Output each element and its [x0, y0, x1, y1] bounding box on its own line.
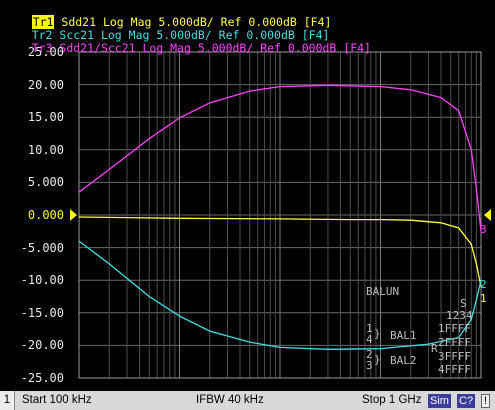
stop-frequency[interactable]: Stop 1 GHz — [362, 394, 421, 406]
balun-row-1: 1FFFF — [438, 322, 472, 335]
trace-1-end-label: 1 — [480, 292, 487, 305]
balun-s-label: S — [460, 297, 467, 310]
balun-bal1-brace: } — [374, 327, 381, 340]
y-tick-label: 25.00 — [27, 45, 64, 59]
y-tick-label: 20.00 — [27, 77, 64, 92]
balun-row-3: 3FFFF — [438, 350, 472, 363]
y-tick-label: -25.00 — [20, 371, 64, 385]
balun-ports: 1234 — [446, 309, 473, 322]
balun-header: BALUN — [366, 285, 400, 298]
balun-bal2-label: BAL2 — [390, 354, 417, 367]
cal-status-badge[interactable]: C? — [457, 394, 476, 408]
balun-r-label: R — [431, 342, 438, 355]
y-tick-label: 5.000 — [27, 175, 64, 190]
y-tick-label: 10.00 — [27, 142, 64, 157]
y-tick-label: -5.000 — [20, 240, 64, 255]
balun-bal2-brace: } — [374, 353, 381, 366]
y-tick-label: 15.00 — [27, 110, 64, 125]
ref-marker-right — [484, 209, 491, 221]
channel-indicator[interactable]: 1 — [0, 391, 15, 410]
y-tick-label: -20.00 — [20, 338, 64, 353]
status-bar: 1 Start 100 kHz IFBW 40 kHz Stop 1 GHz S… — [0, 391, 495, 410]
balun-bal2-port-b: 3 — [366, 359, 373, 372]
trace-2-end-label: 2 — [480, 278, 487, 291]
ifbw-setting[interactable]: IFBW 40 kHz — [196, 394, 264, 406]
ref-marker-left — [70, 209, 77, 221]
y-tick-label: -15.00 — [20, 305, 64, 320]
vna-screen: Tr1 Sdd21 Log Mag 5.000dB/ Ref 0.000dB [… — [0, 0, 495, 410]
y-tick-label: -10.00 — [20, 273, 64, 288]
trace-3-desc: Sdd21/Scc21 Log Mag 5.000dB/ Ref 0.000dB… — [52, 41, 371, 55]
start-frequency[interactable]: Start 100 kHz — [22, 394, 92, 406]
warning-indicator[interactable]: ! — [481, 394, 491, 408]
balun-row-2: 2FFFF — [438, 336, 472, 349]
balun-row-4: 4FFFF — [438, 363, 472, 376]
sim-mode-badge[interactable]: Sim — [428, 394, 451, 408]
balun-bal1-label: BAL1 — [390, 329, 417, 342]
balun-bal1-port-b: 4 — [366, 333, 373, 346]
trace-3-end-label: 3 — [480, 223, 487, 236]
y-tick-label: 0.000 — [27, 208, 64, 222]
